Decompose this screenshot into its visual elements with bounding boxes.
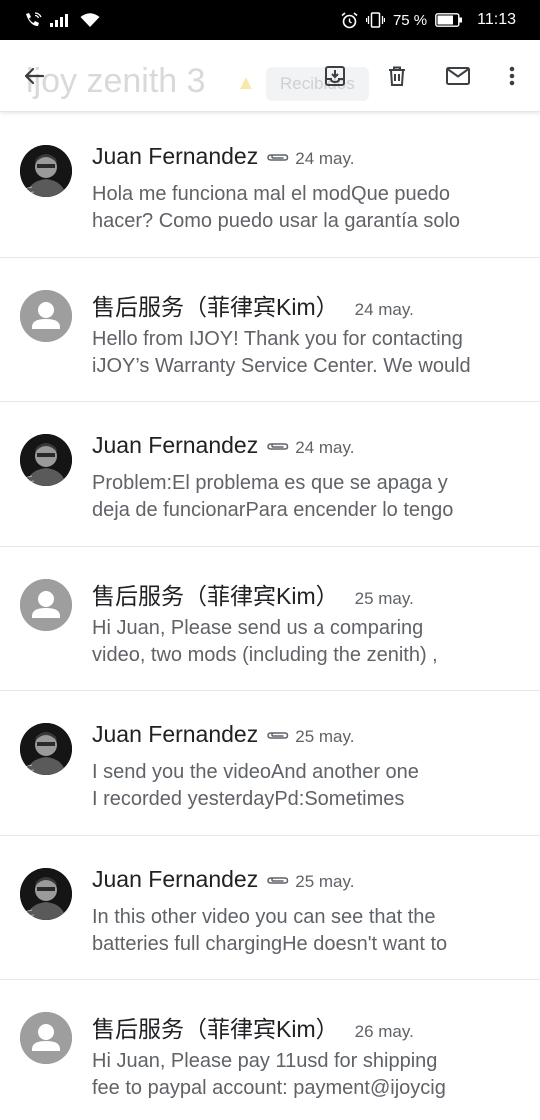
snippet-line: batteries full chargingHe doesn't want t… — [92, 932, 448, 955]
sender-avatar-photo[interactable] — [20, 723, 72, 775]
snippet-line: iJOY’s Warranty Service Center. We would — [92, 354, 471, 377]
clock: 11:13 — [477, 11, 516, 28]
message-header: 售后服务（菲律宾Kim） 25 may. — [92, 577, 530, 611]
snippet-line: Hi Juan, Please pay 11usd for shipping — [92, 1050, 438, 1072]
more-options-button[interactable] — [490, 54, 534, 98]
message-snippet: Hola me funciona mal el modQue puedo hace… — [92, 181, 520, 235]
more-vert-icon — [509, 66, 515, 86]
message-row[interactable]: 售后服务（菲律宾Kim） 25 may. Hi Juan, Please send … — [0, 547, 540, 691]
snippet-line: I send you the videoAnd another one — [92, 761, 419, 783]
mark-unread-icon — [446, 67, 470, 85]
wifi-icon — [80, 12, 100, 28]
sender-name: 售后服务（菲律宾Kim） — [92, 293, 339, 320]
message-row[interactable]: Juan Fernandez 25 may. I send you the vide… — [0, 691, 540, 836]
message-snippet: I send you the videoAnd another one I rec… — [92, 759, 520, 813]
message-snippet: Problem:El problema es que se apaga y dej… — [92, 470, 520, 524]
mark-unread-button[interactable] — [436, 54, 480, 98]
snippet-line: Hello from IJOY! Thank you for contactin… — [92, 327, 463, 350]
sender-name: 售后服务（菲律宾Kim） — [92, 582, 339, 609]
sender-name: Juan Fernandez — [92, 432, 259, 458]
back-button[interactable] — [12, 54, 56, 98]
message-header: Juan Fernandez 24 may. — [92, 143, 530, 170]
message-snippet: Hello from IJOY! Thank you for contactin… — [92, 326, 520, 380]
status-left — [24, 12, 100, 28]
message-row[interactable]: Juan Fernandez 24 may. Hola me funciona ma… — [0, 113, 540, 258]
snippet-line: I recorded yesterdayPd:Sometimes — [92, 788, 405, 810]
back-arrow-icon — [24, 67, 45, 85]
sender-avatar-generic[interactable] — [20, 578, 72, 631]
attachment-icon — [265, 874, 289, 886]
message-snippet: In this other video you can see that the… — [92, 904, 520, 958]
message-header: 售后服务（菲律宾Kim） 26 may. — [92, 1010, 530, 1044]
message-header: Juan Fernandez 25 may. — [92, 866, 530, 893]
message-row[interactable]: Juan Fernandez 25 may. In this other video… — [0, 836, 540, 980]
alarm-icon — [341, 11, 358, 29]
attachment-icon — [265, 729, 289, 741]
important-marker-icon: ▲ — [236, 72, 256, 94]
status-right: 75 % 11:13 — [341, 11, 516, 29]
message-date: 25 may. — [354, 588, 414, 608]
message-snippet: Hi Juan, Please pay 11usd for shipping fe… — [92, 1048, 520, 1102]
message-date: 24 may. — [295, 438, 355, 457]
signal-icon — [50, 13, 72, 27]
snippet-line: In this other video you can see that the — [92, 905, 436, 928]
archive-button[interactable] — [313, 54, 357, 98]
vibrate-icon — [365, 12, 385, 28]
message-date: 25 may. — [295, 871, 355, 891]
sender-avatar-photo[interactable] — [20, 145, 72, 197]
snippet-line: fee to paypal account: payment@ijoycig — [92, 1077, 446, 1099]
sender-name: 售后服务（菲律宾Kim） — [92, 1016, 339, 1042]
sender-avatar-photo[interactable] — [20, 867, 72, 920]
message-date: 26 may. — [354, 1022, 414, 1041]
phone-wifi-call-icon — [24, 12, 42, 28]
delete-icon — [389, 66, 405, 86]
snippet-line: Problem:El problema es que se apaga y — [92, 472, 448, 494]
message-header: 售后服务（菲律宾Kim） 24 may. — [92, 288, 530, 322]
archive-icon — [325, 66, 345, 86]
sender-avatar-generic[interactable] — [20, 1012, 72, 1064]
attachment-icon — [265, 440, 289, 452]
sender-name: Juan Fernandez — [92, 865, 259, 892]
snippet-line: video, two mods (including the zenith) , — [92, 643, 438, 666]
sender-name: Juan Fernandez — [92, 721, 259, 747]
message-row[interactable]: 售后服务（菲律宾Kim） 26 may. Hi Juan, Please pay 1… — [0, 980, 540, 1120]
snippet-line: Hi Juan, Please send us a comparing — [92, 616, 424, 639]
battery-icon — [435, 13, 463, 27]
message-snippet: Hi Juan, Please send us a comparing video… — [92, 615, 520, 669]
sender-name: Juan Fernandez — [92, 143, 259, 169]
sender-avatar-photo[interactable] — [20, 434, 72, 486]
status-bar: 75 % 11:13 — [0, 0, 540, 40]
message-header: Juan Fernandez 25 may. — [92, 721, 530, 748]
delete-button[interactable] — [375, 54, 419, 98]
toolbar: ijoy zenith 3 ▲ Recibidos — [0, 40, 540, 112]
attachment-icon — [265, 151, 289, 163]
message-row[interactable]: 售后服务（菲律宾Kim） 24 may. Hello from IJOY! Than… — [0, 258, 540, 402]
message-header: Juan Fernandez 24 may. — [92, 432, 530, 459]
sender-avatar-generic[interactable] — [20, 289, 72, 342]
message-thread: Juan Fernandez 24 may. Hola me funciona ma… — [0, 113, 540, 1120]
snippet-line: deja de funcionarPara encender lo tengo — [92, 499, 454, 521]
message-date: 24 may. — [295, 149, 355, 168]
snippet-line: Hola me funciona mal el modQue puedo — [92, 183, 450, 205]
message-row[interactable]: Juan Fernandez 24 may. Problem:El problema… — [0, 402, 540, 547]
battery-percent: 75 % — [392, 11, 428, 29]
snippet-line: hacer? Como puedo usar la garantía solo — [92, 210, 461, 232]
message-date: 24 may. — [354, 299, 414, 319]
message-date: 25 may. — [295, 727, 355, 746]
